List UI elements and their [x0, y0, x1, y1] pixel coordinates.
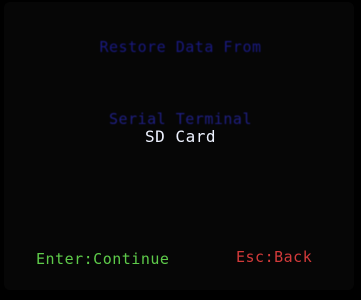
- device-bezel: Restore Data From Serial Terminal SD Car…: [0, 0, 361, 300]
- continue-hint[interactable]: Enter:Continue: [36, 250, 169, 268]
- menu-item-sd-card[interactable]: SD Card: [0, 127, 361, 146]
- back-hint[interactable]: Esc:Back: [236, 248, 312, 266]
- screen-title: Restore Data From: [99, 38, 262, 56]
- menu-item-serial-terminal[interactable]: Serial Terminal: [0, 110, 361, 128]
